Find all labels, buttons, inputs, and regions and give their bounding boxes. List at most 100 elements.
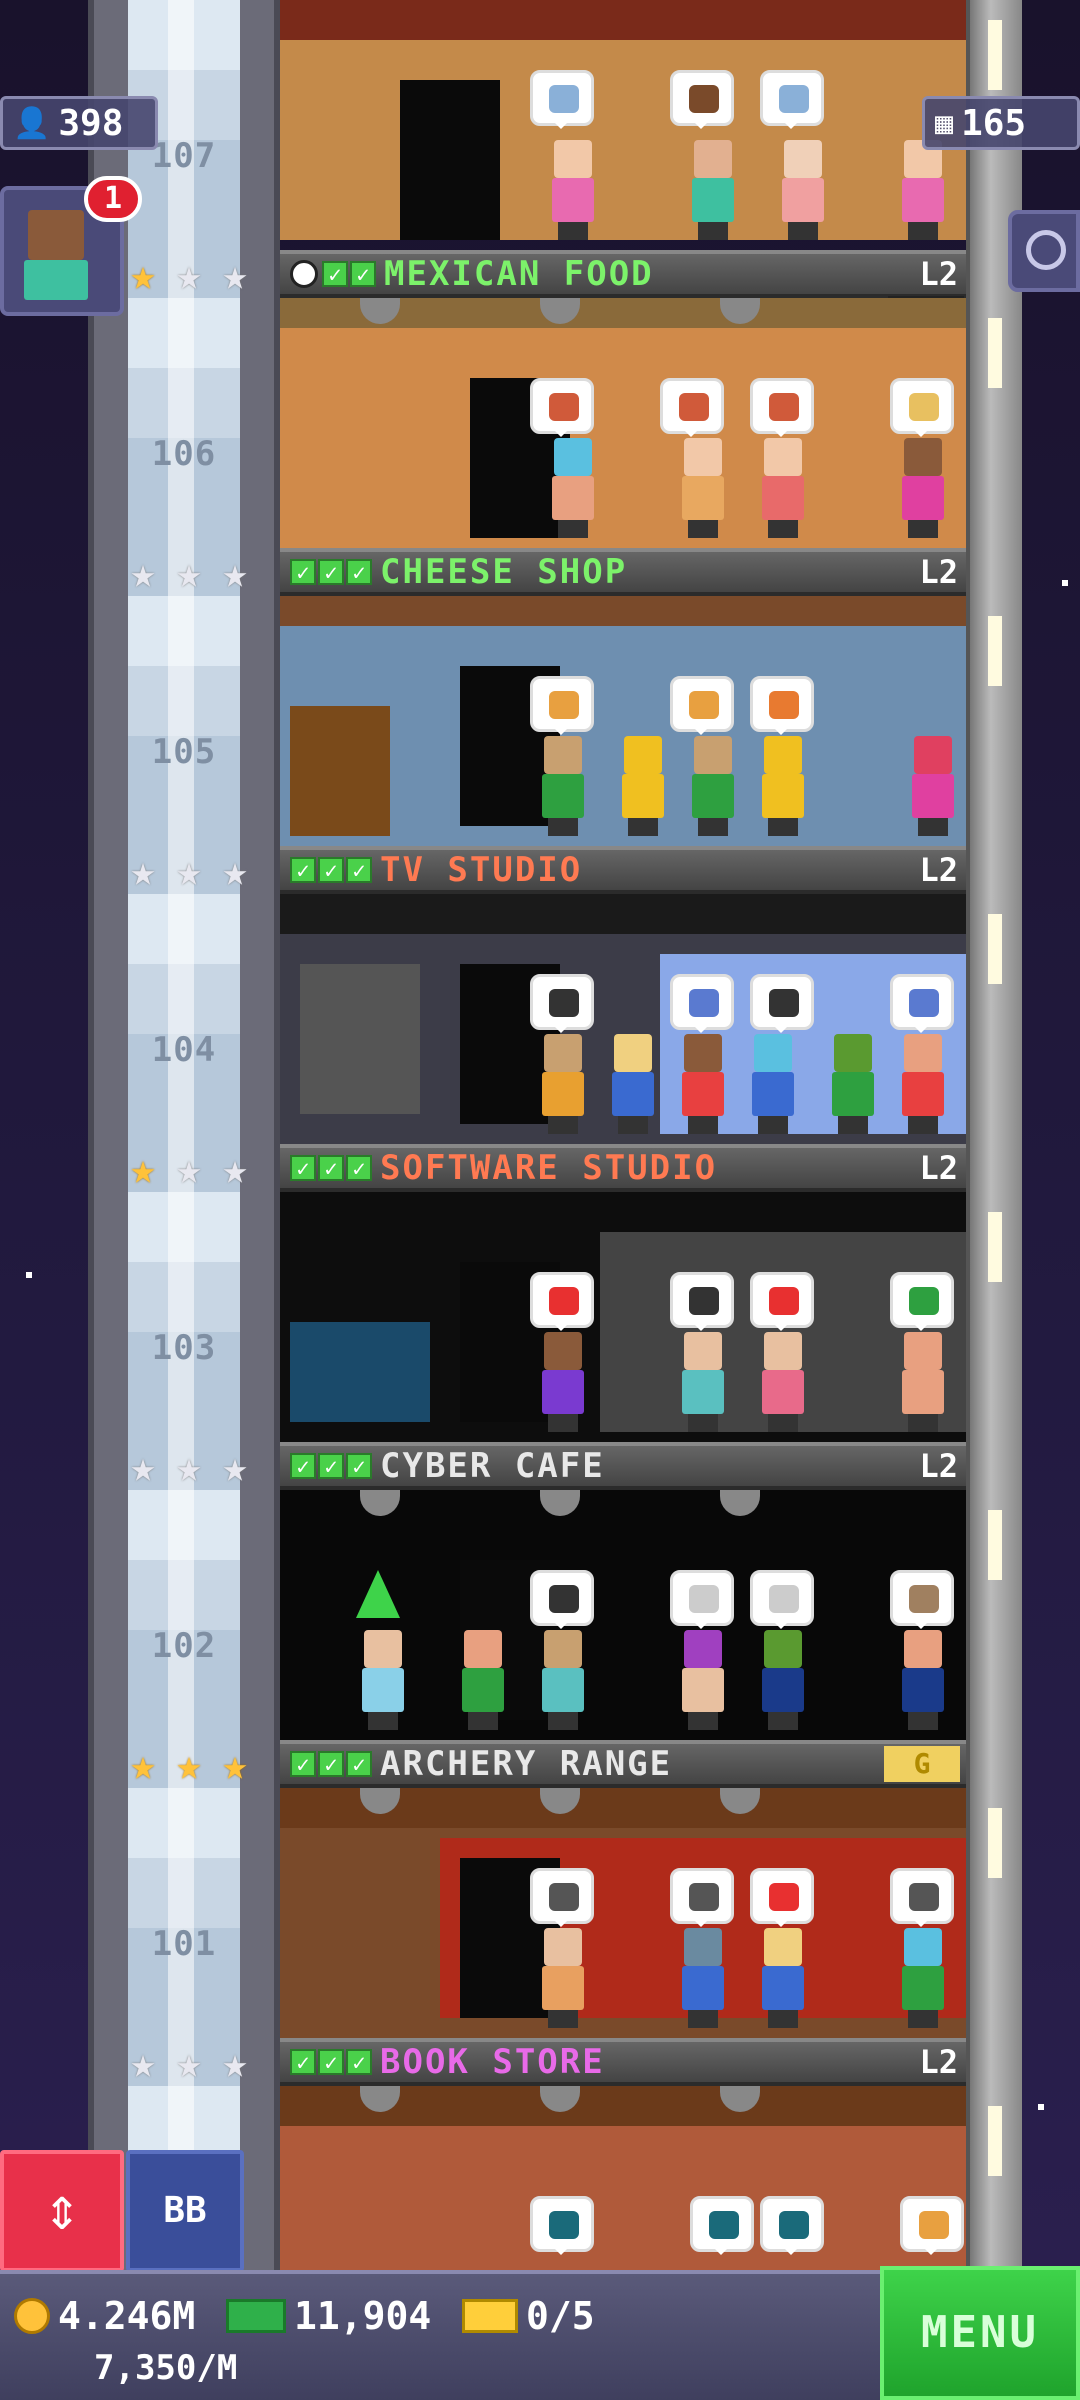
floor-label-107[interactable]: ✓ ✓ MEXICAN FOOD L2 xyxy=(280,250,966,298)
star-icon: ★ xyxy=(222,2038,248,2087)
population-counter[interactable]: 👤 398 xyxy=(0,96,158,150)
star-icon: ★ xyxy=(222,548,248,597)
star-icon: ★ xyxy=(176,1442,202,1491)
floor-number: 106 xyxy=(151,434,217,474)
check-icon: ✓ xyxy=(290,2049,316,2076)
floor-level: L2 xyxy=(919,1149,958,1187)
check-icon: ✓ xyxy=(318,559,344,586)
floor-level: L2 xyxy=(919,1447,958,1485)
star-sparkle xyxy=(26,1272,32,1278)
floor-label-106[interactable]: ✓ ✓ ✓ CHEESE SHOP L2 xyxy=(280,548,966,596)
star-icon: ★ xyxy=(222,1442,248,1491)
floor-number: 102 xyxy=(151,1626,217,1666)
check-icon: ✓ xyxy=(350,261,376,288)
timer-icon xyxy=(290,260,318,288)
floor-number: 101 xyxy=(151,1924,217,1964)
floor-level: L2 xyxy=(919,553,958,591)
floor-100-scene[interactable] xyxy=(280,2086,966,2270)
floor-star-rating: ★ ★ ★ xyxy=(122,1446,256,1488)
menu-button[interactable]: MENU xyxy=(880,2266,1080,2400)
floor-star-rating: ★ ★ ★ xyxy=(122,552,256,594)
floor-name: SOFTWARE STUDIO xyxy=(380,1148,718,1188)
bux-icon xyxy=(226,2299,286,2333)
check-icon: ✓ xyxy=(346,559,372,586)
star-sparkle xyxy=(1038,2104,1044,2110)
star-sparkle xyxy=(1062,580,1068,586)
floor-label-105[interactable]: ✓ ✓ ✓ TV STUDIO L2 xyxy=(280,846,966,894)
star-icon: ★ xyxy=(130,1144,156,1193)
star-icon: ★ xyxy=(130,1740,156,1789)
coins-value: 4.246M xyxy=(58,2294,196,2338)
golden-ticket-badge: G xyxy=(884,1746,960,1782)
check-icon: ✓ xyxy=(318,1453,344,1480)
star-icon: ★ xyxy=(176,1740,202,1789)
floor-checks: ✓ ✓ ✓ xyxy=(290,857,372,884)
bux-stat[interactable]: 11,904 xyxy=(226,2294,431,2338)
floor-star-rating: ★ ★ ★ xyxy=(122,1148,256,1190)
floor-checks: ✓ ✓ ✓ xyxy=(290,559,372,586)
floor-number: 105 xyxy=(151,732,217,772)
magnifier-icon xyxy=(1026,230,1066,270)
floor-name: TV STUDIO xyxy=(380,850,583,890)
notification-badge[interactable]: 1 xyxy=(84,176,142,222)
tickets-value: 0/5 xyxy=(526,2294,595,2338)
star-icon: ★ xyxy=(130,1442,156,1491)
floor-label-101[interactable]: ✓ ✓ ✓ BOOK STORE L2 xyxy=(280,2038,966,2086)
floor-name: CHEESE SHOP xyxy=(380,552,628,592)
pillar-light xyxy=(988,1212,1002,1282)
floor-name: ARCHERY RANGE xyxy=(380,1744,673,1784)
floor-107-scene[interactable] xyxy=(280,0,966,288)
person-icon: 👤 xyxy=(13,105,51,141)
check-icon: ✓ xyxy=(318,2049,344,2076)
check-icon: ✓ xyxy=(290,857,316,884)
star-icon: ★ xyxy=(130,2038,156,2087)
star-icon: ★ xyxy=(222,1740,248,1789)
floor-star-rating: ★ ★ ★ xyxy=(122,2042,256,2084)
search-button[interactable] xyxy=(1008,210,1080,292)
floor-label-102[interactable]: ✓ ✓ ✓ ARCHERY RANGE G xyxy=(280,1740,966,1788)
check-icon: ✓ xyxy=(318,1155,344,1182)
check-icon: ✓ xyxy=(290,1751,316,1778)
star-icon: ★ xyxy=(130,250,156,299)
check-icon: ✓ xyxy=(290,559,316,586)
check-icon: ✓ xyxy=(346,1155,372,1182)
golden-ticket-icon xyxy=(462,2299,518,2333)
star-icon: ★ xyxy=(176,2038,202,2087)
floor-label-103[interactable]: ✓ ✓ ✓ CYBER CAFE L2 xyxy=(280,1442,966,1490)
population-value: 398 xyxy=(58,102,124,144)
floor-checks: ✓ ✓ ✓ xyxy=(290,1155,372,1182)
tickets-stat[interactable]: 0/5 xyxy=(462,2294,595,2338)
star-icon: ★ xyxy=(222,250,248,299)
check-icon: ✓ xyxy=(346,1453,372,1480)
up-down-arrows-icon: ⇕ xyxy=(43,2174,81,2244)
pillar-light xyxy=(988,1808,1002,1878)
check-icon: ✓ xyxy=(290,1155,316,1182)
floor-checks: ✓ ✓ ✓ xyxy=(290,1751,372,1778)
star-icon: ★ xyxy=(130,548,156,597)
pillar-light xyxy=(988,616,1002,686)
floor-name: BOOK STORE xyxy=(380,2042,605,2082)
check-icon: ✓ xyxy=(290,1453,316,1480)
star-icon: ★ xyxy=(176,548,202,597)
elevator-button[interactable]: ⇕ xyxy=(0,2150,124,2272)
floor-number: 104 xyxy=(151,1030,217,1070)
check-icon: ✓ xyxy=(318,1751,344,1778)
coin-icon xyxy=(14,2298,50,2334)
floors-value: 165 xyxy=(961,102,1027,144)
floor-name: CYBER CAFE xyxy=(380,1446,605,1486)
bux-value: 11,904 xyxy=(294,2294,432,2338)
star-icon: ★ xyxy=(176,250,202,299)
coins-stat[interactable]: 4.246M xyxy=(14,2294,195,2338)
floor-checks: ✓ ✓ xyxy=(322,261,376,288)
pillar-light xyxy=(988,2106,1002,2176)
cursor-arrow-icon xyxy=(356,1570,400,1618)
pillar-light xyxy=(988,1510,1002,1580)
floors-counter[interactable]: ▦ 165 xyxy=(922,96,1080,150)
floor-label-104[interactable]: ✓ ✓ ✓ SOFTWARE STUDIO L2 xyxy=(280,1144,966,1192)
floor-checks: ✓ ✓ ✓ xyxy=(290,2049,372,2076)
star-icon: ★ xyxy=(222,1144,248,1193)
bitbook-button[interactable]: BB xyxy=(126,2150,244,2272)
pillar-light xyxy=(988,318,1002,388)
check-icon: ✓ xyxy=(318,857,344,884)
pillar-light xyxy=(988,20,1002,90)
